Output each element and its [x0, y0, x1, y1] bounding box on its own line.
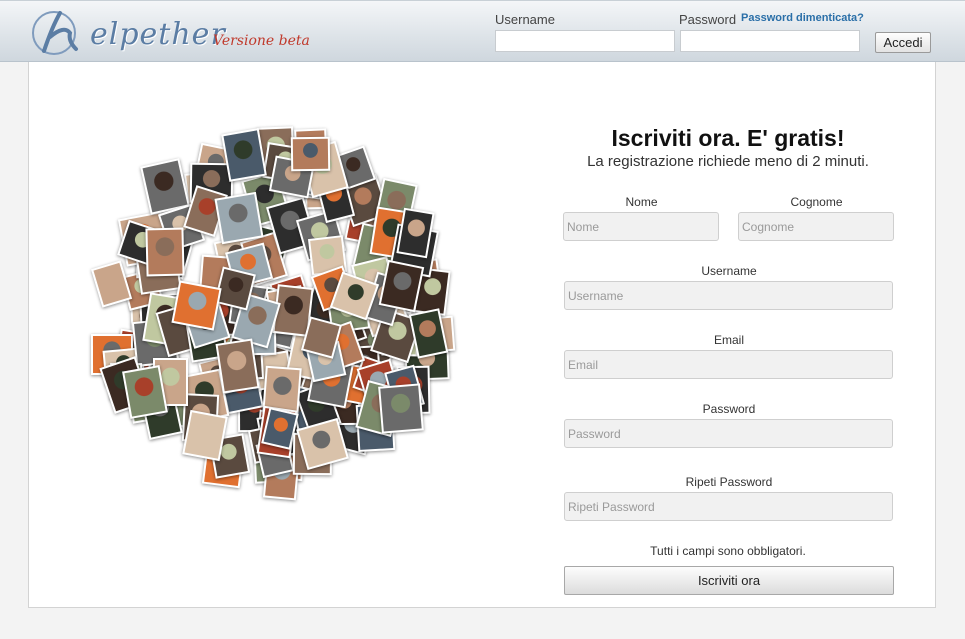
collage-photo [121, 364, 168, 419]
email-input[interactable] [564, 350, 893, 379]
password-label: Password [679, 12, 737, 27]
cognome-input[interactable] [738, 212, 894, 241]
email-field-label: Email [713, 333, 744, 347]
cognome-label: Cognome [790, 195, 843, 209]
signup-title: Iscriviti ora. E' gratis! [611, 125, 845, 151]
username-input[interactable] [564, 281, 893, 310]
collage-photo [290, 137, 331, 172]
login-password-input[interactable] [680, 30, 860, 52]
signup-subtitle: La registrazione richiede meno di 2 minu… [587, 153, 869, 170]
photo-collage [70, 110, 470, 510]
repeat-password-input[interactable] [564, 492, 893, 521]
collage-photo [145, 227, 184, 277]
username-label: Username [495, 12, 555, 27]
repeat-password-label: Ripeti Password [685, 475, 773, 489]
collage-photo [171, 279, 223, 331]
required-fields-note: Tutti i campi sono obbligatori. [650, 544, 806, 558]
signup-submit-button[interactable]: Iscriviti ora [564, 566, 894, 595]
login-button[interactable]: Accedi [875, 32, 931, 53]
collage-photo [214, 192, 264, 245]
forgot-password-link[interactable]: Password dimenticata? [741, 12, 864, 24]
collage-photo [181, 409, 228, 462]
nome-label: Nome [625, 195, 658, 209]
collage-photo [220, 127, 266, 182]
collage-photo [378, 383, 424, 434]
top-bar: elpether Versione beta Username Password… [0, 0, 965, 62]
nome-input[interactable] [563, 212, 719, 241]
password-field-label: Password [702, 402, 756, 416]
collage-photo [215, 338, 260, 394]
logo-text: elpether [90, 17, 226, 52]
logo-h-icon [32, 11, 78, 55]
password-input[interactable] [564, 419, 893, 448]
beta-label: Versione beta [213, 33, 310, 49]
username-field-label: Username [701, 264, 757, 278]
helpether-logo[interactable]: elpether Versione beta [30, 7, 310, 57]
login-username-input[interactable] [495, 30, 675, 52]
